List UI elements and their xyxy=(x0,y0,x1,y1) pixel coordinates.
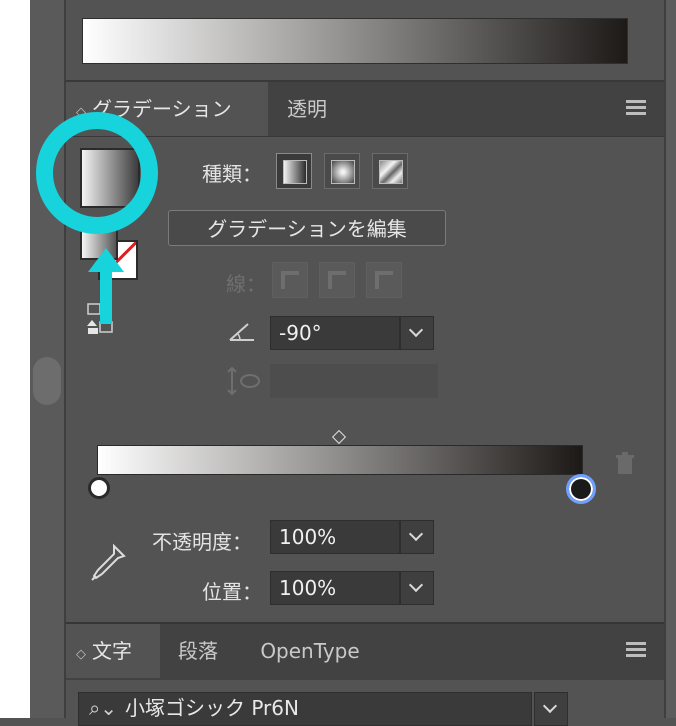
panel-menu-icon[interactable] xyxy=(626,642,646,660)
stroke-within-button[interactable] xyxy=(272,262,308,298)
scrollbar-thumb[interactable] xyxy=(33,357,61,405)
tab-character[interactable]: ◇ 文字 xyxy=(66,624,160,678)
stroke-within-icon xyxy=(281,271,299,289)
search-icon: ⌕⌄ xyxy=(89,696,117,720)
chevron-down-icon xyxy=(542,698,558,714)
freeform-gradient-icon xyxy=(379,160,403,184)
freeform-gradient-button[interactable] xyxy=(372,153,408,189)
tab-character-label: 文字 xyxy=(92,639,132,663)
annotation-arrow-shaft xyxy=(100,268,112,324)
panel-menu-icon[interactable] xyxy=(626,100,646,118)
stroke-along-icon xyxy=(328,271,346,289)
stroke-across-icon xyxy=(375,271,393,289)
gradient-stop-start[interactable] xyxy=(88,477,110,499)
eyedropper-icon[interactable] xyxy=(88,542,128,584)
location-field[interactable]: 100% xyxy=(270,571,400,605)
font-family-field[interactable]: ⌕⌄ 小塚ゴシック Pr6N xyxy=(78,692,532,726)
panel-collapse-icon[interactable]: ◇ xyxy=(76,647,86,662)
radial-gradient-icon xyxy=(331,160,355,184)
tab-paragraph[interactable]: 段落 xyxy=(160,624,236,678)
chevron-down-icon xyxy=(408,577,424,593)
type-label: 種類： xyxy=(202,162,262,186)
opacity-dropdown[interactable] xyxy=(400,520,434,554)
gradient-tabbar: ◇ グラデーション 透明 xyxy=(66,82,664,137)
stroke-label: 線： xyxy=(226,272,266,296)
location-dropdown[interactable] xyxy=(400,571,434,605)
annotation-highlight-circle xyxy=(36,112,158,234)
tab-opentype-label: OpenType xyxy=(260,639,360,663)
panel-scroll-column xyxy=(30,0,66,718)
right-panel-edge xyxy=(664,0,676,718)
trash-icon[interactable] xyxy=(614,452,636,476)
linear-gradient-icon xyxy=(283,160,307,184)
aspect-ratio-icon xyxy=(227,366,260,396)
edit-gradient-button[interactable]: グラデーションを編集 xyxy=(168,210,446,246)
annotation-arrow-up-icon xyxy=(88,248,124,272)
stroke-across-button[interactable] xyxy=(366,262,402,298)
location-label: 位置： xyxy=(202,580,262,604)
chevron-down-icon xyxy=(408,526,424,542)
tab-opentype[interactable]: OpenType xyxy=(236,624,384,678)
opacity-label: 不透明度： xyxy=(152,530,252,554)
linear-gradient-button[interactable] xyxy=(276,153,312,189)
tab-transparency-label: 透明 xyxy=(287,97,327,121)
character-tabbar: ◇ 文字 段落 OpenType xyxy=(66,622,664,682)
aspect-ratio-field xyxy=(270,364,438,398)
radial-gradient-button[interactable] xyxy=(324,153,360,189)
left-canvas-strip xyxy=(0,0,30,718)
opacity-field[interactable]: 100% xyxy=(270,520,400,554)
gradient-stop-end[interactable] xyxy=(566,474,596,504)
stroke-along-button[interactable] xyxy=(319,262,355,298)
top-panel xyxy=(66,0,664,82)
font-family-value: 小塚ゴシック Pr6N xyxy=(124,696,299,720)
angle-dropdown[interactable] xyxy=(400,316,434,350)
angle-field[interactable]: -90° xyxy=(270,316,400,350)
gradient-slider[interactable] xyxy=(97,445,583,475)
tab-paragraph-label: 段落 xyxy=(178,639,218,663)
gradient-preview-bar xyxy=(82,18,628,64)
chevron-down-icon xyxy=(408,322,424,338)
font-family-dropdown[interactable] xyxy=(534,692,568,726)
angle-icon xyxy=(229,323,254,341)
tab-transparency[interactable]: 透明 xyxy=(268,82,346,136)
